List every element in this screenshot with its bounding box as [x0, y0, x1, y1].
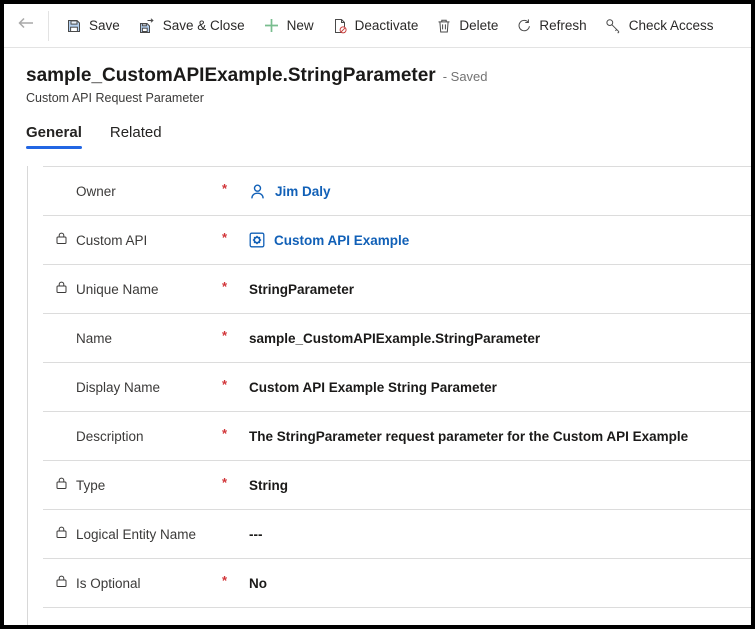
back-arrow-icon	[16, 15, 36, 36]
new-button[interactable]: New	[263, 17, 314, 34]
required-asterisk: *	[222, 426, 249, 441]
general-form-section: Owner * Jim Daly Custom API	[27, 166, 751, 625]
field-label: Name	[76, 331, 222, 346]
refresh-button[interactable]: Refresh	[516, 18, 586, 34]
delete-trash-icon	[436, 18, 452, 34]
refresh-icon	[516, 18, 532, 34]
entity-type-subtitle: Custom API Request Parameter	[26, 91, 751, 106]
field-value[interactable]: String	[249, 478, 288, 493]
required-asterisk: *	[222, 475, 249, 490]
field-value[interactable]: Custom API Example String Parameter	[249, 380, 497, 395]
toolbar-button-label: New	[287, 18, 314, 33]
field-row-unique-name: Unique Name * StringParameter	[43, 265, 751, 314]
check-access-button[interactable]: Check Access	[605, 18, 714, 34]
lock-icon	[55, 231, 68, 250]
custom-api-link[interactable]: Custom API Example	[274, 233, 409, 248]
field-row-is-optional: Is Optional * No	[43, 559, 751, 608]
deactivate-icon	[332, 18, 348, 34]
field-label: Type	[76, 478, 222, 493]
back-button[interactable]	[4, 15, 48, 36]
required-asterisk: *	[222, 230, 249, 245]
new-plus-icon	[263, 17, 280, 34]
required-asterisk: *	[222, 181, 249, 196]
field-label: Description	[76, 429, 222, 444]
field-label: Logical Entity Name	[76, 527, 222, 542]
app-window: Save Save & Close New	[0, 0, 755, 629]
required-asterisk: *	[222, 279, 249, 294]
lock-icon	[55, 525, 68, 544]
required-asterisk: *	[222, 377, 249, 392]
field-value[interactable]: The StringParameter request parameter fo…	[249, 429, 688, 444]
save-icon	[66, 18, 82, 34]
save-button[interactable]: Save	[66, 18, 120, 34]
tab-related[interactable]: Related	[110, 124, 162, 149]
toolbar-divider	[48, 11, 49, 41]
field-row-custom-api: Custom API * Custom API Example	[43, 216, 751, 265]
person-icon	[249, 183, 266, 200]
field-row-logical-entity-name: Logical Entity Name * ---	[43, 510, 751, 559]
field-label: Unique Name	[76, 282, 222, 297]
field-row-type: Type * String	[43, 461, 751, 510]
page-title: sample_CustomAPIExample.StringParameter	[26, 64, 436, 87]
tab-general[interactable]: General	[26, 124, 82, 149]
field-label: Display Name	[76, 380, 222, 395]
deactivate-button[interactable]: Deactivate	[332, 18, 419, 34]
required-asterisk: *	[222, 328, 249, 343]
field-label: Owner	[76, 184, 222, 199]
save-and-close-icon	[138, 18, 156, 34]
field-label: Custom API	[76, 233, 222, 248]
field-row-description: Description * The StringParameter reques…	[43, 412, 751, 461]
required-asterisk: *	[222, 573, 249, 588]
record-header: sample_CustomAPIExample.StringParameter …	[4, 48, 751, 106]
save-and-close-button[interactable]: Save & Close	[138, 18, 245, 34]
command-bar: Save Save & Close New	[4, 4, 751, 48]
toolbar-button-label: Refresh	[539, 18, 586, 33]
lock-icon	[55, 574, 68, 593]
check-access-key-icon	[605, 18, 622, 34]
field-value[interactable]: No	[249, 576, 267, 591]
custom-api-icon	[249, 232, 265, 248]
field-row-display-name: Display Name * Custom API Example String…	[43, 363, 751, 412]
toolbar-button-label: Delete	[459, 18, 498, 33]
field-row-owner: Owner * Jim Daly	[43, 167, 751, 216]
field-row-name: Name * sample_CustomAPIExample.StringPar…	[43, 314, 751, 363]
toolbar-button-label: Save	[89, 18, 120, 33]
field-value[interactable]: StringParameter	[249, 282, 354, 297]
owner-link[interactable]: Jim Daly	[275, 184, 331, 199]
field-label: Is Optional	[76, 576, 222, 591]
field-value[interactable]: ---	[249, 527, 263, 542]
save-status: - Saved	[443, 69, 488, 84]
toolbar-button-label: Deactivate	[355, 18, 419, 33]
toolbar-button-label: Check Access	[629, 18, 714, 33]
field-value[interactable]: sample_CustomAPIExample.StringParameter	[249, 331, 540, 346]
delete-button[interactable]: Delete	[436, 18, 498, 34]
form-tabs: General Related	[4, 124, 751, 149]
lock-icon	[55, 280, 68, 299]
toolbar-button-label: Save & Close	[163, 18, 245, 33]
lock-icon	[55, 476, 68, 495]
